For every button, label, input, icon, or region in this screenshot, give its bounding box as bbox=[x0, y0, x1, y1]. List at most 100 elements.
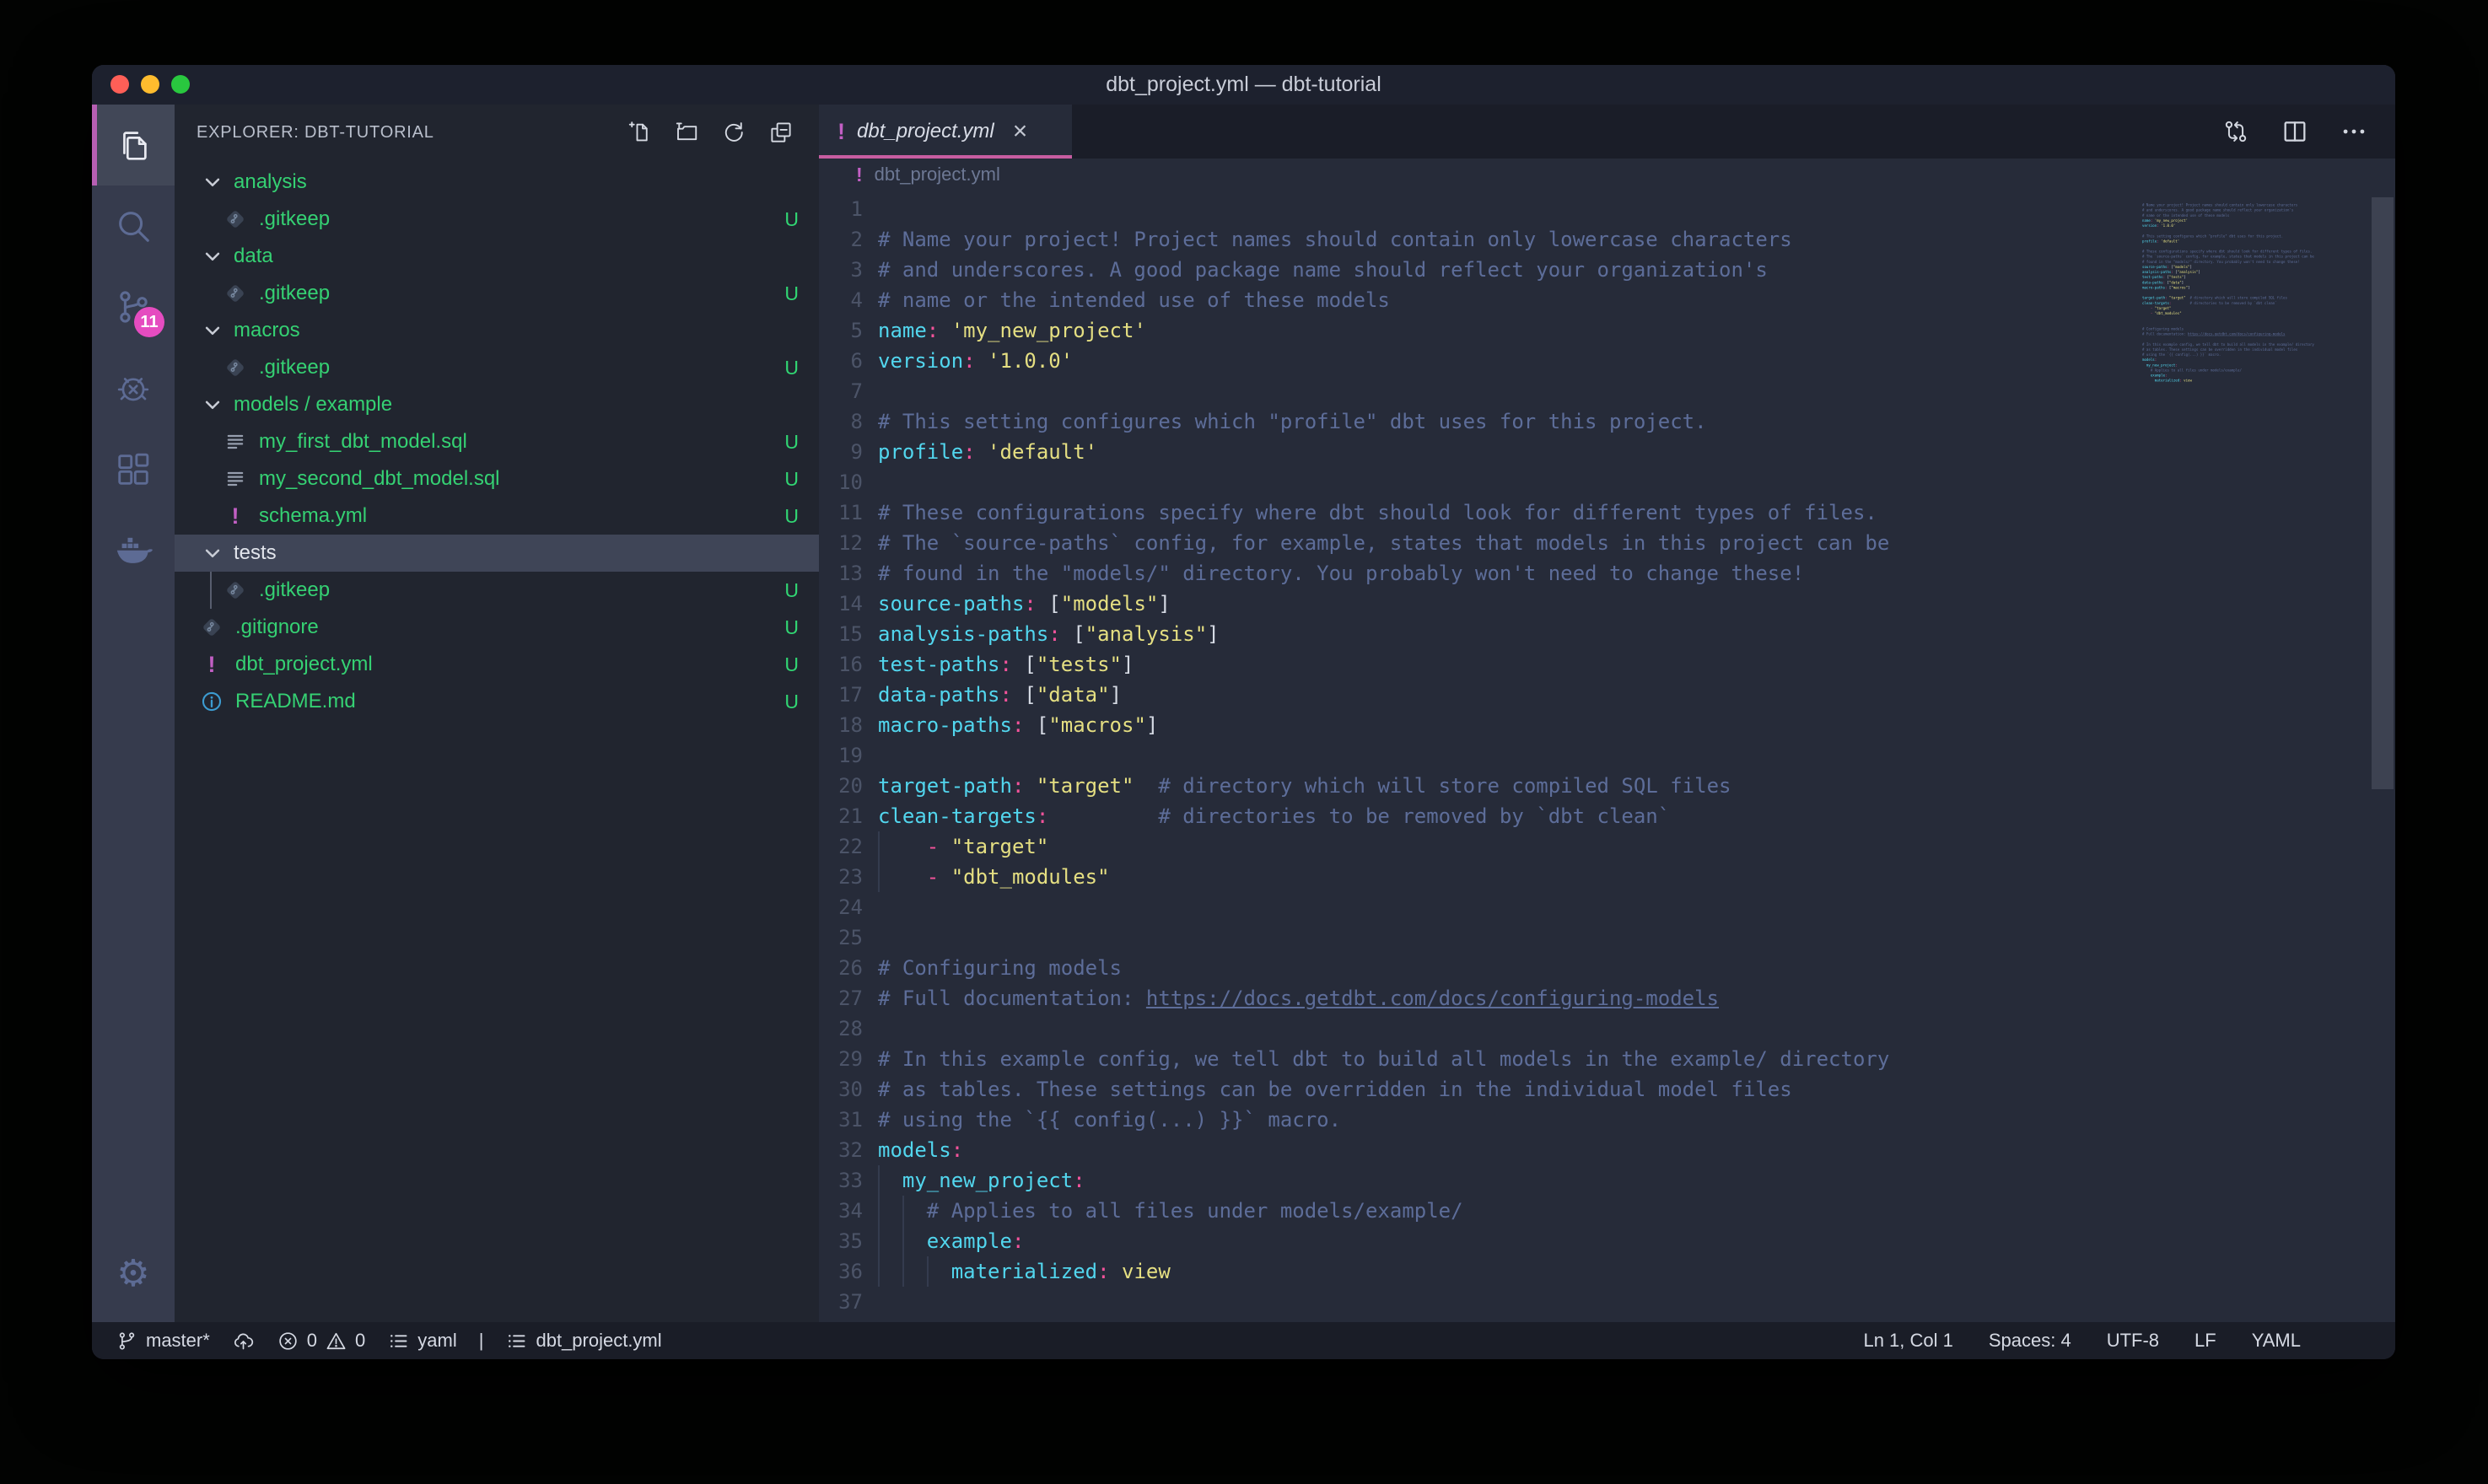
git-untracked-badge: U bbox=[784, 357, 799, 379]
indent-guide bbox=[878, 831, 880, 862]
status-indentation[interactable]: Spaces: 4 bbox=[1989, 1330, 2071, 1352]
status-yaml-schema[interactable]: yaml bbox=[387, 1330, 456, 1352]
status-sync[interactable] bbox=[232, 1330, 255, 1352]
line-number: 30 bbox=[819, 1074, 863, 1105]
cloud-upload-icon bbox=[232, 1330, 255, 1352]
code-line: 16test-paths: ["tests"] bbox=[819, 649, 1889, 680]
minimap-line bbox=[2142, 383, 2365, 388]
tree-folder-analysis[interactable]: analysis bbox=[175, 164, 819, 201]
line-number: 29 bbox=[819, 1044, 863, 1074]
code-line: 23 - "dbt_modules" bbox=[819, 862, 1889, 892]
code-editor[interactable]: 12 # Name your project! Project names sho… bbox=[819, 191, 2395, 1322]
minimize-window-button[interactable] bbox=[141, 75, 159, 94]
code-line: 19 bbox=[819, 740, 1889, 771]
status-encoding[interactable]: UTF-8 bbox=[2107, 1330, 2159, 1352]
status-problems-label: 0 bbox=[307, 1330, 317, 1352]
indent-guide bbox=[878, 1256, 880, 1287]
activity-bar: 11 ⚙ bbox=[92, 105, 175, 1322]
files-icon bbox=[114, 126, 153, 164]
activity-item-extensions[interactable] bbox=[92, 428, 175, 509]
search-icon bbox=[114, 207, 153, 245]
tree-item-label: dbt_project.yml bbox=[235, 653, 373, 676]
refresh-icon[interactable] bbox=[721, 120, 746, 145]
tree-folder-data[interactable]: data bbox=[175, 238, 819, 275]
tree-item-label: README.md bbox=[235, 690, 356, 713]
status-problems[interactable]: 00 bbox=[277, 1330, 366, 1352]
zoom-window-button[interactable] bbox=[171, 75, 190, 94]
tree-file-my-second-dbt-model-sql[interactable]: my_second_dbt_model.sqlU bbox=[175, 460, 819, 497]
breadcrumb-warning-icon: ! bbox=[856, 164, 863, 186]
tree-file-schema-yml[interactable]: !schema.ymlU bbox=[175, 497, 819, 535]
tree-folder-models-example[interactable]: models / example bbox=[175, 386, 819, 423]
activity-item-search[interactable] bbox=[92, 186, 175, 266]
line-number: 21 bbox=[819, 801, 863, 831]
activity-item-explorer[interactable] bbox=[92, 105, 175, 186]
yaml-warning-icon: ! bbox=[200, 652, 223, 678]
tab-close-icon[interactable]: × bbox=[1013, 119, 1028, 144]
activity-item-docker[interactable] bbox=[92, 509, 175, 590]
code-line: 17data-paths: ["data"] bbox=[819, 680, 1889, 710]
git-untracked-badge: U bbox=[784, 653, 799, 676]
activity-item-source-control[interactable]: 11 bbox=[92, 266, 175, 347]
git-untracked-badge: U bbox=[784, 691, 799, 713]
git-untracked-badge: U bbox=[784, 505, 799, 528]
code-line: 14source-paths: ["models"] bbox=[819, 589, 1889, 619]
documentation-link[interactable]: https://docs.getdbt.com/docs/configuring… bbox=[1146, 987, 1719, 1010]
tree-file--gitkeep[interactable]: .gitkeepU bbox=[175, 572, 819, 609]
tree-folder-tests[interactable]: tests bbox=[175, 535, 819, 572]
indent-guide bbox=[902, 1196, 904, 1226]
collapse-all-icon[interactable] bbox=[768, 120, 794, 145]
line-number: 8 bbox=[819, 406, 863, 437]
code-line: 13# found in the "models/" directory. Yo… bbox=[819, 558, 1889, 589]
indent-guide bbox=[902, 1256, 904, 1287]
status-schema-file[interactable]: dbt_project.yml bbox=[505, 1330, 661, 1352]
tree-file--gitkeep[interactable]: .gitkeepU bbox=[175, 349, 819, 386]
tab-dbt-project-yml[interactable]: ! dbt_project.yml × bbox=[819, 105, 1072, 159]
indent-guide bbox=[878, 1165, 880, 1196]
breadcrumb[interactable]: ! dbt_project.yml bbox=[819, 159, 2395, 191]
status-branch[interactable]: master* bbox=[116, 1330, 210, 1352]
open-changes-icon[interactable] bbox=[2221, 117, 2250, 146]
git-file-icon bbox=[223, 356, 247, 379]
line-number: 34 bbox=[819, 1196, 863, 1226]
tree-file--gitkeep[interactable]: .gitkeepU bbox=[175, 275, 819, 312]
line-number: 9 bbox=[819, 437, 863, 467]
debug-icon bbox=[114, 368, 153, 407]
close-window-button[interactable] bbox=[110, 75, 129, 94]
chevron-down-icon bbox=[200, 318, 225, 343]
status-branch-label: master* bbox=[146, 1330, 210, 1352]
git-untracked-badge: U bbox=[784, 616, 799, 639]
code-line: 25 bbox=[819, 922, 1889, 953]
line-number: 25 bbox=[819, 922, 863, 953]
tree-file-readme-md[interactable]: README.md U bbox=[175, 683, 819, 720]
more-icon[interactable] bbox=[2340, 117, 2368, 146]
activity-item-debug[interactable] bbox=[92, 347, 175, 428]
status-eol[interactable]: LF bbox=[2195, 1330, 2216, 1352]
git-file-icon bbox=[223, 207, 247, 231]
tree-file--gitignore[interactable]: .gitignoreU bbox=[175, 609, 819, 646]
code-line: 18macro-paths: ["macros"] bbox=[819, 710, 1889, 740]
tree-item-label: .gitkeep bbox=[259, 282, 330, 305]
status-cursor-position[interactable]: Ln 1, Col 1 bbox=[1863, 1330, 1952, 1352]
vertical-scrollbar[interactable] bbox=[2372, 197, 2394, 789]
minimap[interactable]: # Name your project! Project names shoul… bbox=[2142, 197, 2365, 779]
editor-group: ! dbt_project.yml × ! dbt_project.yml 12… bbox=[819, 105, 2395, 1322]
new-folder-icon[interactable] bbox=[674, 120, 699, 145]
split-editor-icon[interactable] bbox=[2281, 117, 2309, 146]
tree-file--gitkeep[interactable]: .gitkeepU bbox=[175, 201, 819, 238]
warning-triangle-icon bbox=[325, 1330, 347, 1352]
tree-folder-macros[interactable]: macros bbox=[175, 312, 819, 349]
new-file-icon[interactable] bbox=[627, 120, 652, 145]
code-line: 8# This setting configures which "profil… bbox=[819, 406, 1889, 437]
status-language-mode[interactable]: YAML bbox=[2252, 1330, 2301, 1352]
tree-file-my-first-dbt-model-sql[interactable]: my_first_dbt_model.sqlU bbox=[175, 423, 819, 460]
line-number: 26 bbox=[819, 953, 863, 983]
line-number: 14 bbox=[819, 589, 863, 619]
line-number: 10 bbox=[819, 467, 863, 497]
activity-item-settings[interactable]: ⚙ bbox=[92, 1233, 175, 1314]
breadcrumb-file[interactable]: dbt_project.yml bbox=[875, 164, 1000, 186]
tree-file-dbt-project-yml[interactable]: ! dbt_project.yml U bbox=[175, 646, 819, 683]
code-line: 33 my_new_project: bbox=[819, 1165, 1889, 1196]
indent-guide bbox=[878, 862, 880, 892]
line-number: 12 bbox=[819, 528, 863, 558]
